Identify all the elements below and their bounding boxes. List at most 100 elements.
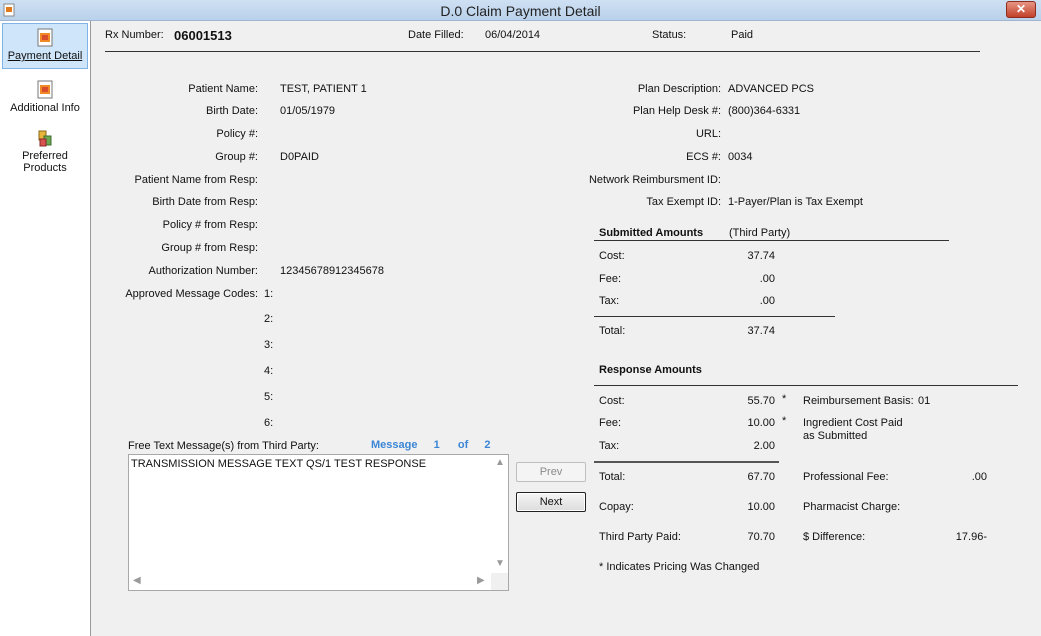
prev-button[interactable]: Prev bbox=[516, 462, 586, 482]
cost-changed-flag: * bbox=[782, 393, 787, 405]
close-button[interactable]: ✕ bbox=[1006, 1, 1036, 18]
submitted-divider bbox=[594, 240, 949, 241]
window-title: D.0 Claim Payment Detail bbox=[440, 3, 601, 19]
code-2: 2: bbox=[264, 313, 274, 325]
message-pager-word: Message bbox=[371, 439, 418, 451]
preferred-products-icon bbox=[38, 130, 52, 147]
message-current: 1 bbox=[433, 439, 440, 451]
title-bar: D.0 Claim Payment Detail ✕ bbox=[0, 0, 1041, 21]
response-cost-value: 55.70 bbox=[747, 395, 775, 407]
submitted-fee-label: Fee: bbox=[599, 273, 622, 285]
scroll-corner bbox=[491, 573, 508, 590]
birth-date-value: 01/05/1979 bbox=[280, 105, 336, 117]
submitted-total-label: Total: bbox=[599, 325, 626, 337]
sidebar: Payment Detail Additional Info Preferred… bbox=[0, 21, 91, 636]
response-total-value: 67.70 bbox=[747, 471, 775, 483]
patient-name-value: TEST, PATIENT 1 bbox=[280, 83, 367, 95]
professional-fee-label: Professional Fee: bbox=[803, 471, 889, 483]
difference-label: $ Difference: bbox=[803, 531, 866, 543]
group-resp-label: Group # from Resp: bbox=[161, 242, 258, 254]
submitted-cost-label: Cost: bbox=[599, 250, 625, 262]
third-party-paid-value: 70.70 bbox=[747, 531, 775, 543]
patient-name-resp-label: Patient Name from Resp: bbox=[134, 174, 259, 186]
scroll-right-icon[interactable]: ▶ bbox=[477, 575, 485, 586]
code-5: 5: bbox=[264, 391, 274, 403]
code-4: 4: bbox=[264, 365, 274, 377]
pricing-changed-footnote: * Indicates Pricing Was Changed bbox=[599, 561, 760, 573]
ingredient-cost-line1: Ingredient Cost Paid bbox=[803, 417, 903, 429]
code-6: 6: bbox=[264, 417, 274, 429]
third-party-paid-label: Third Party Paid: bbox=[599, 531, 681, 543]
message-total: 2 bbox=[484, 439, 491, 451]
copay-value: 10.00 bbox=[747, 501, 775, 513]
code-1: 1: bbox=[264, 288, 274, 300]
plan-help-desk-label: Plan Help Desk #: bbox=[632, 105, 721, 117]
date-filled-value: 06/04/2014 bbox=[485, 29, 541, 41]
status-label: Status: bbox=[652, 29, 687, 41]
message-textbox[interactable]: TRANSMISSION MESSAGE TEXT QS/1 TEST RESP… bbox=[128, 454, 509, 591]
difference-value: 17.96- bbox=[955, 531, 987, 543]
authorization-number-value: 12345678912345678 bbox=[280, 265, 385, 277]
ecs-label: ECS #: bbox=[686, 151, 721, 163]
group-value: D0PAID bbox=[280, 151, 319, 163]
code-3: 3: bbox=[264, 339, 274, 351]
submitted-amounts-heading: Submitted Amounts bbox=[599, 227, 704, 239]
additional-info-icon bbox=[37, 80, 53, 99]
submitted-total-divider bbox=[594, 316, 835, 317]
plan-help-desk-value: (800)364-6331 bbox=[728, 105, 801, 117]
ecs-value: 0034 bbox=[728, 151, 753, 163]
rx-number-value: 06001513 bbox=[174, 28, 232, 43]
response-fee-value: 10.00 bbox=[747, 417, 775, 429]
submitted-tax-label: Tax: bbox=[599, 295, 620, 307]
sidebar-item-label: Preferred bbox=[22, 150, 68, 162]
plan-description-label: Plan Description: bbox=[637, 83, 721, 95]
scroll-up-icon[interactable]: ▲ bbox=[495, 457, 505, 468]
submitted-tax-value: .00 bbox=[759, 295, 775, 307]
scroll-left-icon[interactable]: ◀ bbox=[133, 575, 141, 586]
rx-number-label: Rx Number: bbox=[105, 29, 164, 41]
response-tax-value: 2.00 bbox=[753, 440, 775, 452]
reimbursement-basis-label: Reimbursement Basis: bbox=[803, 395, 914, 407]
tax-exempt-label: Tax Exempt ID: bbox=[646, 196, 721, 208]
reimbursement-basis-value: 01 bbox=[918, 395, 931, 407]
authorization-number-label: Authorization Number: bbox=[148, 265, 258, 277]
sidebar-item-label: Additional Info bbox=[10, 102, 80, 114]
next-button[interactable]: Next bbox=[516, 492, 586, 512]
sidebar-item-preferred-products[interactable]: Preferred Products bbox=[2, 124, 88, 176]
response-total-divider bbox=[594, 461, 779, 463]
response-cost-label: Cost: bbox=[599, 395, 625, 407]
sidebar-item-additional-info[interactable]: Additional Info bbox=[2, 76, 88, 116]
approved-message-codes-label: Approved Message Codes: bbox=[125, 288, 258, 300]
submitted-third-party-label: (Third Party) bbox=[729, 227, 791, 239]
pharmacist-charge-label: Pharmacist Charge: bbox=[803, 501, 901, 513]
tax-exempt-value: 1-Payer/Plan is Tax Exempt bbox=[728, 196, 863, 208]
submitted-cost-value: 37.74 bbox=[747, 250, 775, 262]
response-amounts-heading: Response Amounts bbox=[599, 364, 702, 376]
submitted-total-value: 37.74 bbox=[747, 325, 775, 337]
policy-resp-label: Policy # from Resp: bbox=[162, 219, 258, 231]
header-divider bbox=[105, 51, 980, 52]
sidebar-item-payment-detail[interactable]: Payment Detail bbox=[2, 23, 88, 69]
sidebar-item-label: Products bbox=[23, 162, 67, 174]
fee-changed-flag: * bbox=[782, 415, 787, 427]
ingredient-cost-line2: as Submitted bbox=[803, 430, 868, 442]
status-value: Paid bbox=[731, 29, 754, 41]
message-pager: Message 1 of 2 bbox=[371, 439, 491, 451]
horizontal-scrollbar[interactable]: ◀ ▶ bbox=[129, 573, 493, 590]
scroll-down-icon[interactable]: ▼ bbox=[495, 558, 505, 569]
birth-date-label: Birth Date: bbox=[206, 105, 258, 117]
submitted-fee-value: .00 bbox=[759, 273, 775, 285]
sidebar-item-label: Payment Detail bbox=[7, 50, 83, 62]
url-label: URL: bbox=[695, 128, 721, 140]
patient-name-label: Patient Name: bbox=[188, 83, 258, 95]
free-text-label: Free Text Message(s) from Third Party: bbox=[128, 440, 319, 452]
network-reimbursement-label: Network Reimbursment ID: bbox=[588, 174, 721, 186]
response-divider bbox=[594, 385, 1018, 386]
payment-detail-icon bbox=[37, 28, 53, 47]
policy-label: Policy #: bbox=[216, 128, 258, 140]
response-total-label: Total: bbox=[599, 471, 626, 483]
response-tax-label: Tax: bbox=[599, 440, 620, 452]
birth-date-resp-label: Birth Date from Resp: bbox=[152, 196, 258, 208]
response-fee-label: Fee: bbox=[599, 417, 622, 429]
vertical-scrollbar[interactable]: ▲ ▼ bbox=[491, 455, 508, 573]
